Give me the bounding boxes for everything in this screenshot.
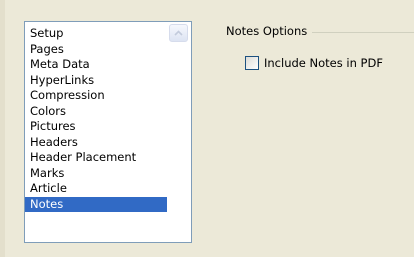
scroll-up-button[interactable] <box>169 24 188 42</box>
list-item-setup[interactable]: Setup <box>25 26 168 42</box>
list-item-marks[interactable]: Marks <box>25 166 168 182</box>
list-item-hyperlinks[interactable]: HyperLinks <box>25 73 168 89</box>
include-notes-option[interactable]: Include Notes in PDF <box>245 55 383 70</box>
list-item-meta-data[interactable]: Meta Data <box>25 57 168 73</box>
list-item-colors[interactable]: Colors <box>25 104 168 120</box>
chevron-up-icon <box>174 30 183 36</box>
notes-options-title: Notes Options <box>226 24 308 38</box>
list-item-notes[interactable]: Notes <box>25 196 168 212</box>
list-item-pages[interactable]: Pages <box>25 42 168 58</box>
pdf-options-dialog: Setup Pages Meta Data HyperLinks Compres… <box>0 0 414 257</box>
sections-listbox[interactable]: Setup Pages Meta Data HyperLinks Compres… <box>24 21 192 243</box>
group-divider <box>312 32 414 33</box>
sections-list: Setup Pages Meta Data HyperLinks Compres… <box>25 22 168 212</box>
list-item-headers[interactable]: Headers <box>25 135 168 151</box>
list-item-article[interactable]: Article <box>25 181 168 197</box>
vertical-scrollbar[interactable] <box>167 22 191 242</box>
list-item-pictures[interactable]: Pictures <box>25 119 168 135</box>
window-edge <box>0 0 5 257</box>
include-notes-checkbox[interactable] <box>245 55 259 70</box>
include-notes-label: Include Notes in PDF <box>264 55 383 70</box>
list-item-header-placement[interactable]: Header Placement <box>25 150 168 166</box>
list-item-compression[interactable]: Compression <box>25 88 168 104</box>
